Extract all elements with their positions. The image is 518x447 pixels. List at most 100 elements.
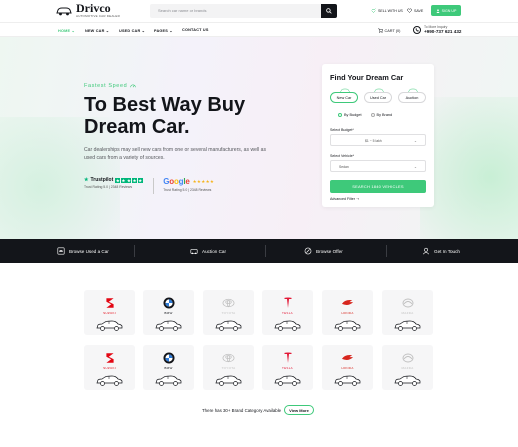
- brand-card-honda[interactable]: HONDA: [322, 290, 373, 335]
- bmw-logo-icon: [159, 295, 178, 311]
- cart-label: CART (0): [384, 28, 401, 33]
- car-logo-icon: [56, 7, 72, 15]
- suzuki-logo-icon: [100, 295, 119, 311]
- search-button[interactable]: [321, 4, 337, 18]
- car-illustration-icon: [334, 318, 361, 331]
- brand-footer-text: There has 30+ Brand Category Available: [202, 407, 282, 413]
- radio-by-budget[interactable]: By Budget: [338, 113, 362, 117]
- car-icon: [340, 88, 350, 93]
- brand-card-toyota[interactable]: TOYOTA: [203, 290, 254, 335]
- brand-card-tesla[interactable]: TESLA: [262, 345, 313, 390]
- logo[interactable]: Drivco AUTOMOTIVE CAR DEALER: [56, 1, 120, 18]
- tesla-logo-icon: [278, 295, 297, 311]
- brand-name: BMW: [164, 311, 173, 315]
- brand-card-suzuki[interactable]: SUZUKI: [84, 290, 135, 335]
- brand-name: TESLA: [281, 366, 293, 370]
- budget-label: Select Budget*: [330, 128, 354, 132]
- phone-contact[interactable]: To More Inquiry +990-737 621 432: [413, 25, 461, 34]
- brand-card-mazda[interactable]: MAZDA: [382, 290, 433, 335]
- logo-tagline: AUTOMOTIVE CAR DEALER: [76, 14, 120, 18]
- car-illustration-icon: [215, 318, 242, 331]
- google-logo: Google: [163, 177, 190, 186]
- browse-offer-link[interactable]: Browse Offer: [304, 239, 343, 263]
- google-stars: ★★★★★: [192, 178, 215, 184]
- car-illustration-icon: [215, 373, 242, 386]
- car-illustration-icon: [274, 373, 301, 386]
- car-illustration-icon: [394, 373, 421, 386]
- car-illustration-icon: [274, 318, 301, 331]
- brand-card-toyota[interactable]: TOYOTA: [203, 345, 254, 390]
- trustpilot-rating[interactable]: ★ Trustpilot ★ ★ ★ ★ ★ Trust Rating 5.0 | 23…: [84, 177, 143, 189]
- brand-name: MAZDA: [401, 366, 414, 370]
- car-illustration-icon: [394, 318, 421, 331]
- brand-card-suzuki[interactable]: SUZUKI: [84, 345, 135, 390]
- get-in-touch-link[interactable]: Get In Touch: [422, 239, 460, 263]
- signup-button[interactable]: SIGN UP: [431, 5, 461, 16]
- honda-logo-icon: [338, 295, 357, 311]
- brand-footer: There has 30+ Brand Category Available V…: [202, 405, 314, 415]
- car-illustration-icon: [155, 318, 182, 331]
- brand-card-honda[interactable]: HONDA: [322, 345, 373, 390]
- browse-car-icon: [57, 247, 65, 255]
- rating-divider: [152, 178, 154, 194]
- search-vehicles-button[interactable]: SEARCH 1840 VEHICLES: [330, 180, 426, 193]
- phone-number: +990-737 621 432: [424, 29, 462, 34]
- car-icon: [374, 88, 384, 93]
- sell-with-us-link[interactable]: SELL WITH US: [371, 8, 403, 13]
- search-icon: [326, 8, 332, 14]
- brand-card-mazda[interactable]: MAZDA: [382, 345, 433, 390]
- cart-icon: [378, 28, 383, 33]
- contact-icon: [422, 247, 430, 255]
- form-title: Find Your Dream Car: [330, 73, 404, 82]
- save-link[interactable]: SAVE: [407, 8, 423, 13]
- nav-item-pages[interactable]: PAGES ⌄: [154, 28, 173, 33]
- search-placeholder: Search car name or brands: [158, 8, 207, 13]
- car-illustration-icon: [155, 373, 182, 386]
- car-illustration-icon: [334, 373, 361, 386]
- tesla-logo-icon: [278, 350, 297, 366]
- hero-eyebrow: Fastest Speed: [84, 83, 136, 89]
- trustpilot-stars: ★ ★ ★ ★ ★: [115, 177, 143, 183]
- auction-car-link[interactable]: Auction Car: [190, 239, 226, 263]
- filter-radios: By Budget By Brand: [338, 113, 392, 117]
- brand-card-bmw[interactable]: BMW: [143, 345, 194, 390]
- brand-card-tesla[interactable]: TESLA: [262, 290, 313, 335]
- tab-used-car[interactable]: Used Car: [364, 88, 392, 103]
- mazda-logo-icon: [398, 295, 417, 311]
- eyebrow-text: Fastest Speed: [84, 83, 128, 89]
- trustpilot-rating-text: Trust Rating 5.0 | 2348 Reviews: [84, 185, 133, 189]
- vehicle-value: Sedan: [339, 165, 349, 169]
- nav-item-home[interactable]: HOME ⌄: [58, 28, 75, 33]
- car-type-tabs: New Car Used Car Auction: [330, 88, 426, 103]
- hero-subtext: Car dealerships may sell new cars from o…: [84, 147, 267, 161]
- radio-by-brand[interactable]: By Brand: [370, 113, 392, 117]
- chevron-down-icon: ⌄: [413, 139, 417, 143]
- logo-name: Drivco: [76, 1, 111, 15]
- heart-icon: [407, 8, 412, 13]
- brand-card-bmw[interactable]: BMW: [143, 290, 194, 335]
- tab-auction[interactable]: Auction: [398, 88, 426, 103]
- offer-icon: [304, 247, 312, 255]
- search-input[interactable]: Search car name or brands: [150, 4, 337, 18]
- tab-new-car[interactable]: New Car: [330, 88, 358, 103]
- google-rating[interactable]: Google ★★★★★ Trust Rating 5.0 | 2348 Rev…: [163, 177, 214, 192]
- view-more-button[interactable]: View More: [284, 405, 314, 415]
- advanced-filter-link[interactable]: Advanced Filter ⇢: [330, 197, 359, 201]
- nav-item-new-car[interactable]: NEW CAR ⌄: [85, 28, 109, 33]
- hero-headline: To Best Way Buy Dream Car.: [84, 94, 246, 138]
- phone-icon: [413, 25, 421, 34]
- cart-link[interactable]: CART (0): [378, 28, 400, 33]
- vehicle-select[interactable]: Sedan ⌄: [330, 160, 426, 172]
- car-illustration-icon: [96, 318, 123, 331]
- auction-icon: [190, 249, 198, 255]
- nav-item-contact[interactable]: CONTACT US: [182, 28, 209, 32]
- brand-name: SUZUKI: [103, 311, 116, 315]
- brand-name: BMW: [164, 366, 173, 370]
- brand-name: SUZUKI: [103, 366, 116, 370]
- nav-item-used-car[interactable]: USED CAR ⌄: [119, 28, 145, 33]
- budget-select[interactable]: $1 ~ 5 lakh ⌄: [330, 134, 426, 146]
- main-nav: HOME ⌄ NEW CAR ⌄ USED CAR ⌄ PAGES ⌄ CONT…: [0, 22, 518, 37]
- browse-used-car-link[interactable]: Browse Used a Car: [57, 239, 109, 263]
- trustpilot-name: Trustpilot: [90, 177, 114, 183]
- hero-section: Fastest Speed To Best Way Buy Dream Car.…: [0, 37, 518, 239]
